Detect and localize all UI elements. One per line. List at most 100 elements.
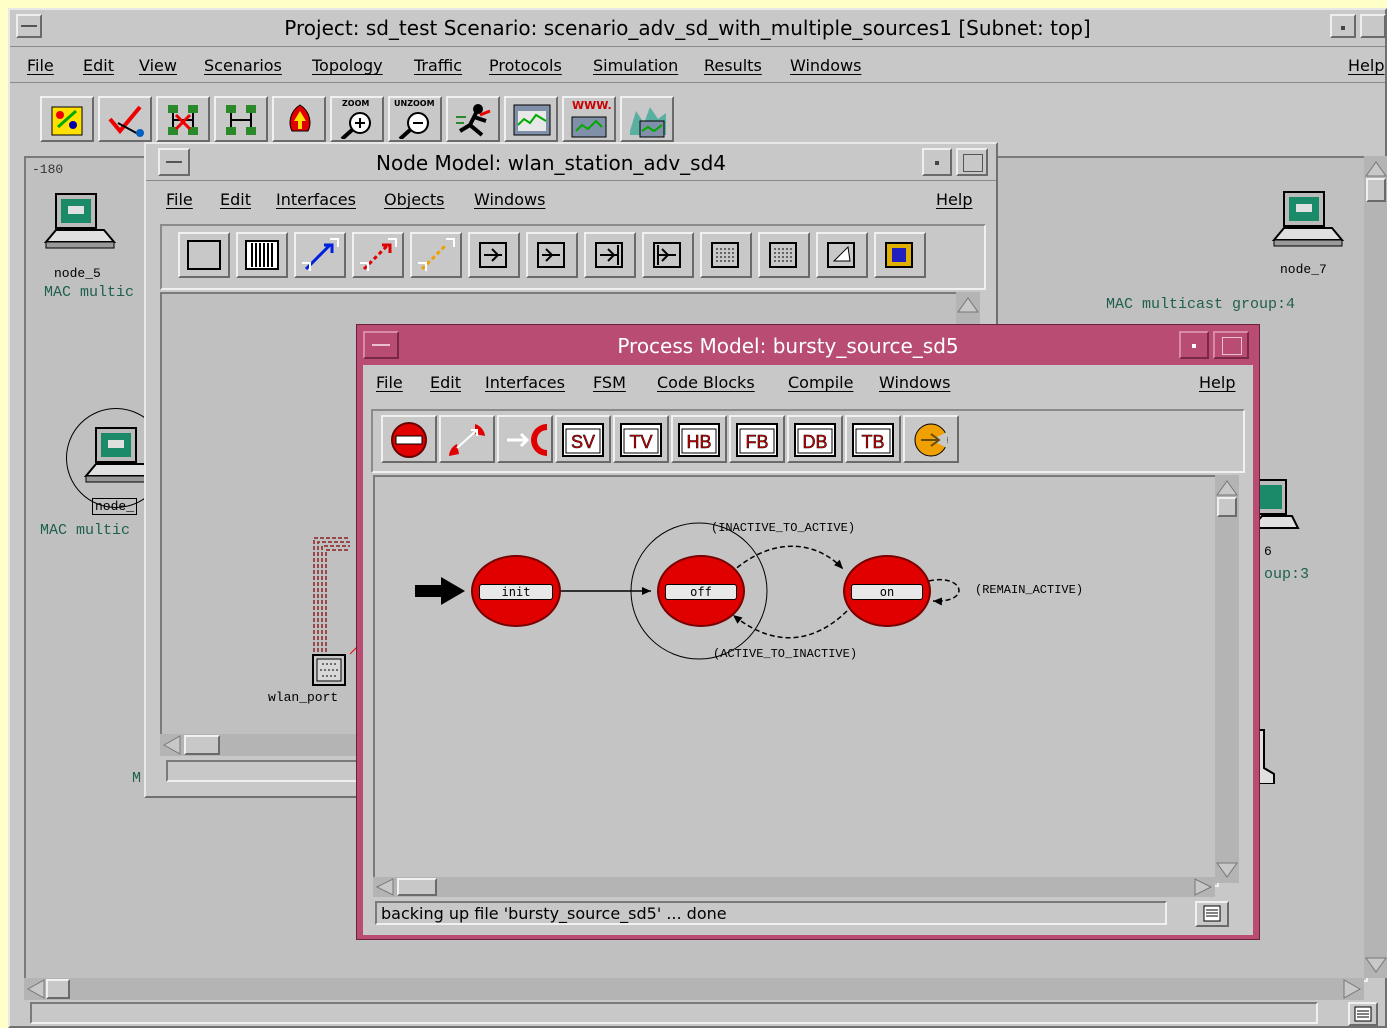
web-report-icon[interactable]: WWW. (562, 96, 616, 142)
state-off[interactable]: off (657, 555, 745, 627)
process-menu-edit[interactable]: Edit (430, 373, 461, 392)
bus-rx-icon[interactable] (642, 232, 694, 278)
process-menu-help[interactable]: Help (1199, 373, 1235, 392)
fsm-hscroll-thumb[interactable] (397, 878, 437, 896)
menu-view[interactable]: View (139, 56, 177, 75)
menu-help[interactable]: Help (1348, 56, 1384, 75)
process-menu-compile[interactable]: Compile (788, 373, 853, 392)
process-menu-code-blocks[interactable]: Code Blocks (657, 373, 755, 392)
menu-file[interactable]: File (27, 56, 54, 75)
node-menu-windows[interactable]: Windows (474, 190, 545, 209)
node-menu-edit[interactable]: Edit (220, 190, 251, 209)
transition-active-to-inactive[interactable] (732, 610, 848, 639)
transition-inactive-to-active[interactable] (730, 545, 844, 574)
state-variables-icon[interactable]: SV (555, 415, 611, 463)
diagnostic-block-icon[interactable]: DB (787, 415, 843, 463)
active-to-inactive-label: (ACTIVE_TO_INACTIVE) (713, 647, 858, 661)
menu-results[interactable]: Results (704, 56, 762, 75)
project-status-console-icon[interactable] (1348, 1002, 1378, 1026)
logical-association-icon[interactable] (410, 232, 462, 278)
node-menu-bar: File Edit Interfaces Objects Windows Hel… (146, 182, 996, 216)
header-block-icon[interactable]: HB (671, 415, 727, 463)
check-links-icon[interactable] (98, 96, 152, 142)
menu-edit[interactable]: Edit (83, 56, 114, 75)
point-to-point-tx-icon[interactable] (468, 232, 520, 278)
menu-divider (10, 82, 1385, 83)
node-menu-help[interactable]: Help (936, 190, 972, 209)
node-window-title: Node Model: wlan_station_adv_sd4 (376, 151, 726, 175)
process-maximize-button[interactable] (1213, 331, 1249, 359)
process-status-field: backing up file 'bursty_source_sd5' ... … (375, 901, 1167, 925)
node-menu-objects[interactable]: Objects (384, 190, 444, 209)
project-menu-bar: File Edit View Scenarios Topology Traffi… (10, 48, 1385, 82)
process-menu-interfaces[interactable]: Interfaces (485, 373, 565, 392)
project-vertical-scrollbar[interactable] (1364, 156, 1387, 978)
recover-node-icon[interactable] (214, 96, 268, 142)
state-init[interactable]: init (471, 555, 561, 627)
node-selected-label: node_ (92, 498, 138, 515)
menu-protocols[interactable]: Protocols (489, 56, 562, 75)
project-horizontal-scrollbar[interactable] (24, 978, 1364, 1000)
fsm-vscroll-thumb[interactable] (1217, 497, 1237, 517)
wlan-port-module-icon[interactable] (312, 654, 346, 686)
project-hscroll-thumb[interactable] (46, 979, 70, 999)
process-menu-file[interactable]: File (376, 373, 403, 392)
process-menu-fsm[interactable]: FSM (593, 373, 626, 392)
transition-remain-active[interactable] (928, 578, 960, 606)
bus-tx-icon[interactable] (584, 232, 636, 278)
create-transition-icon[interactable] (439, 415, 495, 463)
temporary-variables-icon[interactable]: TV (613, 415, 669, 463)
create-state-icon[interactable] (381, 415, 437, 463)
point-to-point-rx-icon[interactable] (526, 232, 578, 278)
radio-rx-icon[interactable] (758, 232, 810, 278)
hide-graphs-icon[interactable] (620, 96, 674, 142)
fail-node-icon[interactable] (156, 96, 210, 142)
minimize-button[interactable] (1330, 14, 1356, 38)
node-icon[interactable] (178, 232, 230, 278)
compile-icon[interactable] (903, 415, 959, 463)
menu-traffic[interactable]: Traffic (414, 56, 462, 75)
node-7-icon[interactable] (1270, 190, 1350, 256)
object-palette-icon[interactable] (40, 96, 94, 142)
process-title-bar[interactable]: Process Model: bursty_source_sd5 (357, 325, 1259, 363)
function-block-icon[interactable]: FB (729, 415, 785, 463)
ruler-value: -180 (32, 162, 64, 177)
menu-scenarios[interactable]: Scenarios (204, 56, 282, 75)
unzoom-icon[interactable]: UNZOOM (388, 96, 442, 142)
view-results-icon[interactable] (504, 96, 558, 142)
inactive-to-active-label: (INACTIVE_TO_ACTIVE) (711, 521, 856, 535)
termination-block-icon[interactable]: TB (845, 415, 901, 463)
set-initial-state-icon[interactable] (497, 415, 553, 463)
node-menu-interfaces[interactable]: Interfaces (276, 190, 356, 209)
fsm-horizontal-scrollbar[interactable] (373, 877, 1215, 897)
process-minimize-button[interactable] (1179, 331, 1209, 359)
statistic-wire-icon[interactable] (352, 232, 404, 278)
fsm-canvas[interactable]: init off on (INACTIVE_TO_ACTIVE) (ACTIVE… (373, 475, 1219, 887)
project-title-bar[interactable]: Project: sd_test Scenario: scenario_adv_… (10, 10, 1386, 47)
fsm-vertical-scrollbar[interactable] (1215, 475, 1239, 883)
module-icon[interactable] (874, 232, 926, 278)
project-vscroll-thumb[interactable] (1366, 178, 1386, 202)
process-status-console-icon[interactable] (1195, 901, 1229, 927)
node-maximize-button[interactable] (956, 148, 988, 176)
menu-windows[interactable]: Windows (790, 56, 861, 75)
maximize-button[interactable] (1360, 14, 1386, 38)
node-menu-file[interactable]: File (166, 190, 193, 209)
bus-icon[interactable] (236, 232, 288, 278)
node-minimize-button[interactable] (922, 148, 952, 176)
menu-topology[interactable]: Topology (312, 56, 383, 75)
packet-stream-icon[interactable] (294, 232, 346, 278)
node-title-bar[interactable]: Node Model: wlan_station_adv_sd4 (146, 144, 996, 181)
mac-multicast-label-2: MAC multic (40, 522, 131, 539)
return-to-parent-icon[interactable] (272, 96, 326, 142)
process-menu-windows[interactable]: Windows (879, 373, 950, 392)
radio-tx-icon[interactable] (700, 232, 752, 278)
zoom-icon[interactable]: ZOOM (330, 96, 384, 142)
menu-simulation[interactable]: Simulation (593, 56, 678, 75)
project-status-field (30, 1002, 1318, 1024)
node-hscroll-thumb[interactable] (184, 735, 220, 755)
run-simulation-icon[interactable] (446, 96, 500, 142)
antenna-icon[interactable] (816, 232, 868, 278)
node-5-icon[interactable] (42, 192, 122, 258)
state-on[interactable]: on (843, 555, 931, 627)
